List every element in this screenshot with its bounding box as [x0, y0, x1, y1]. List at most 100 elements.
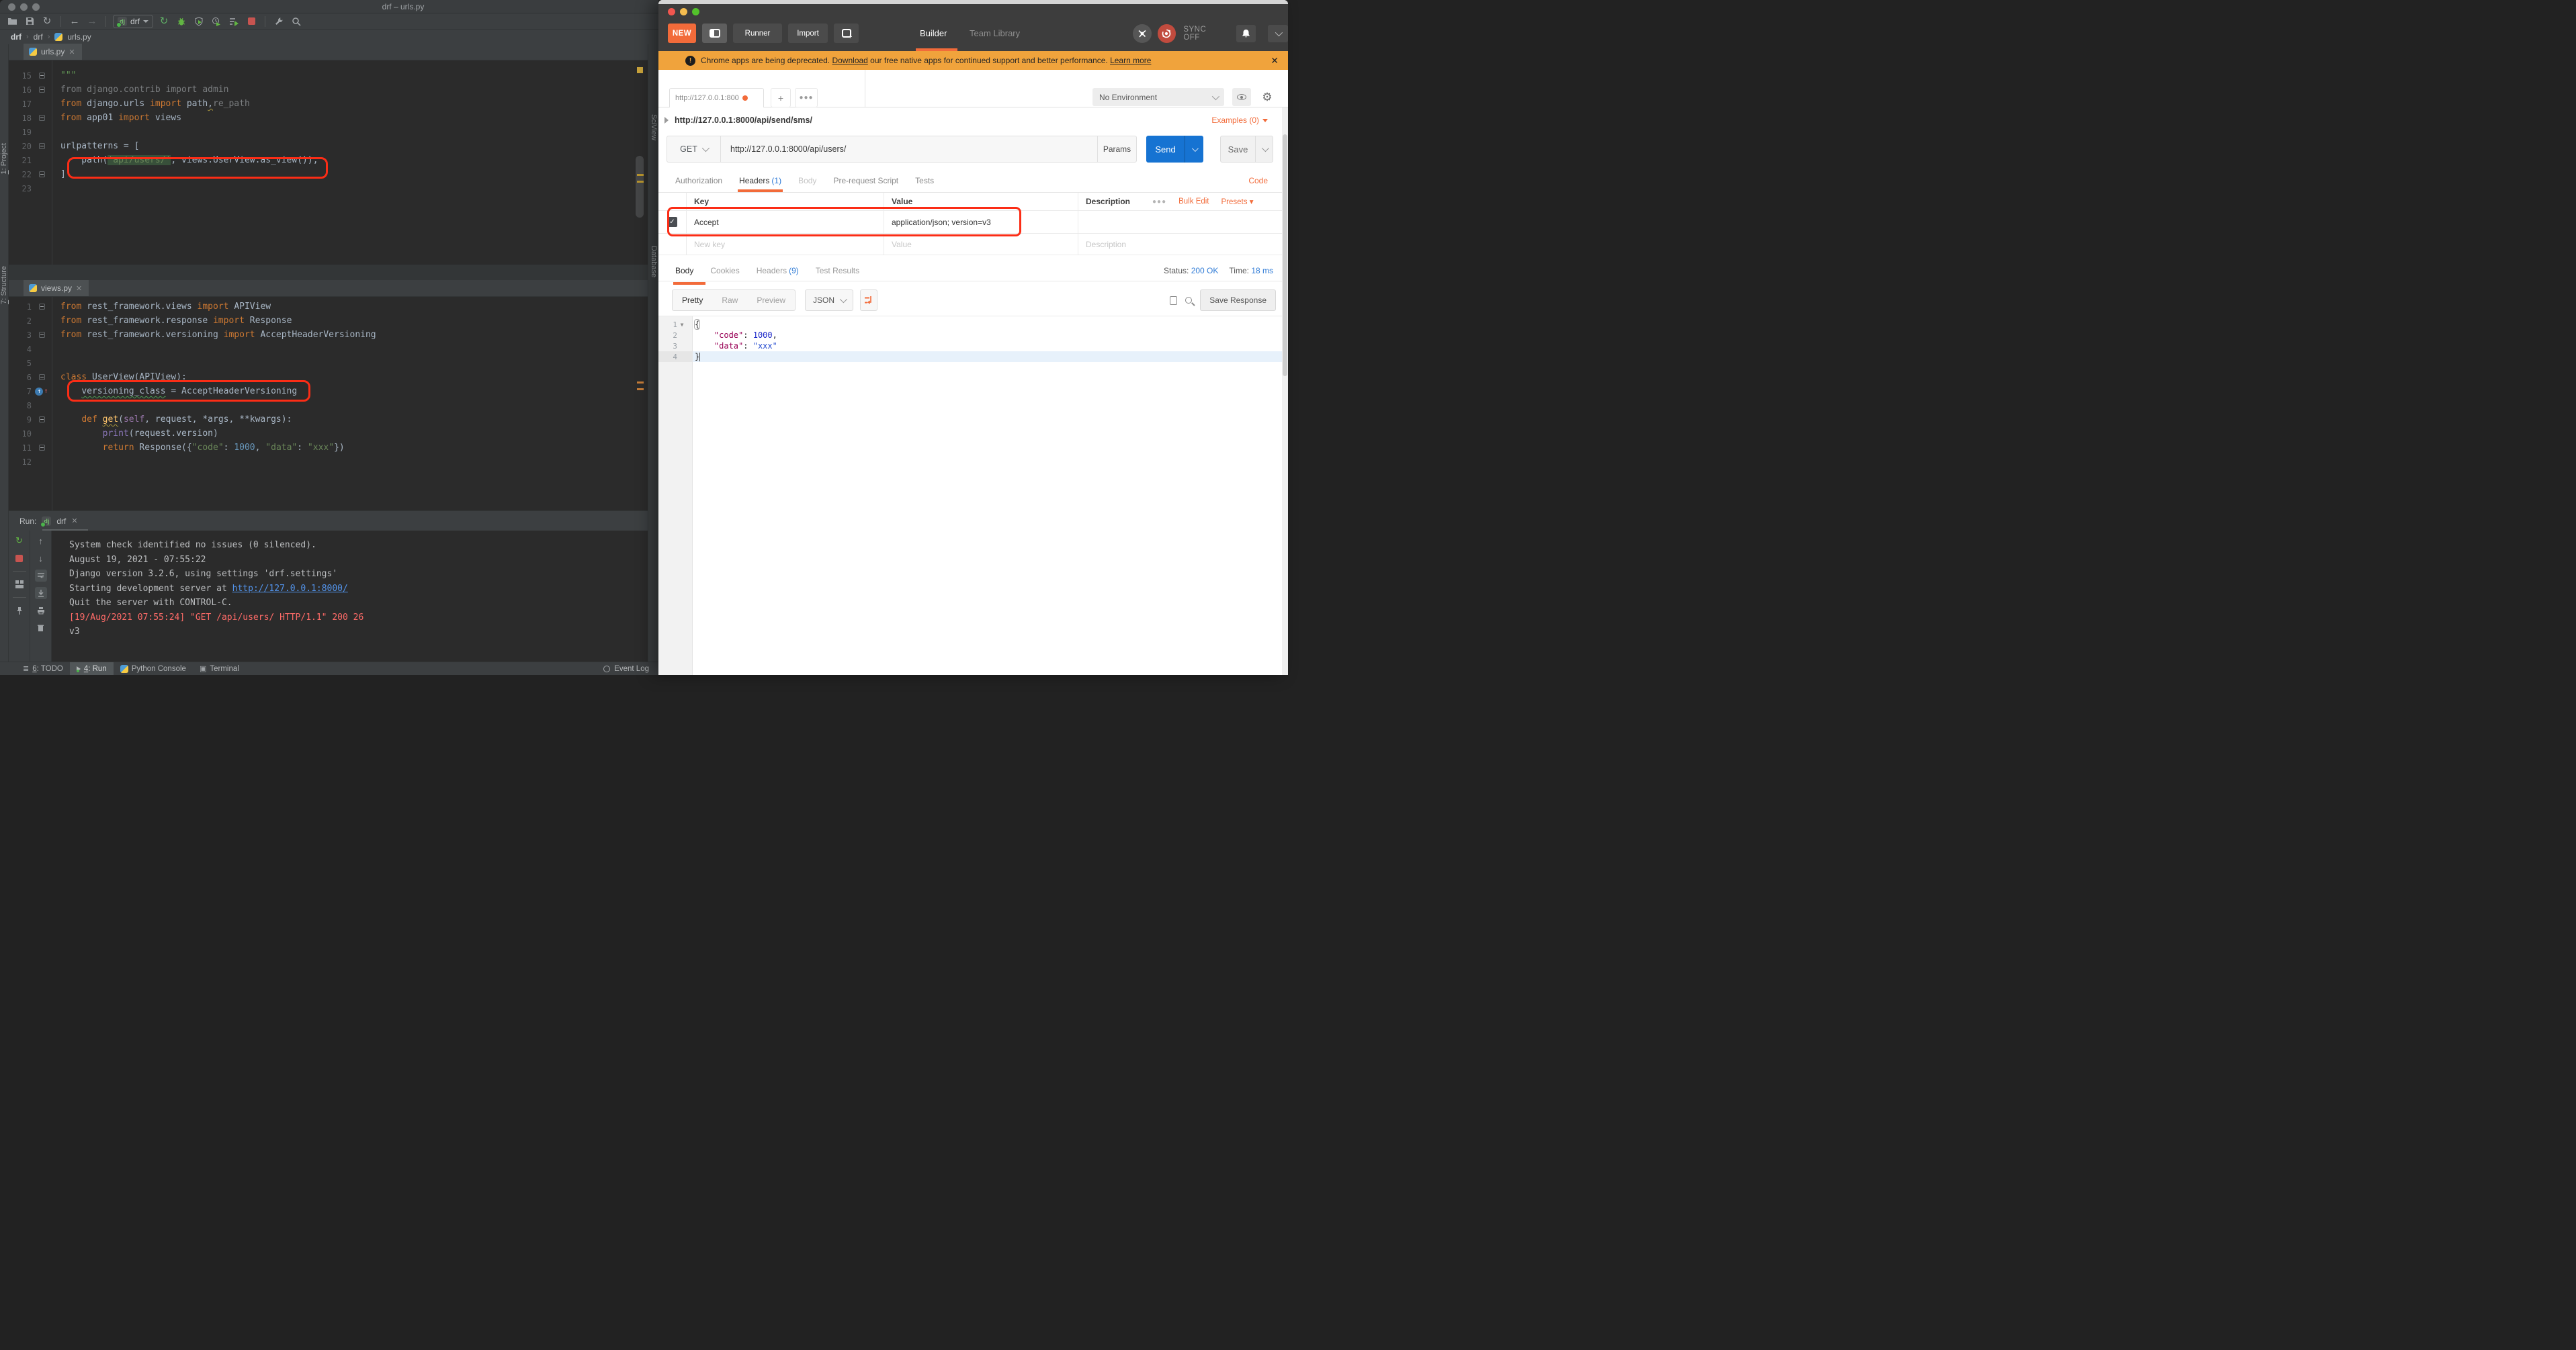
- tab-pre-request-script[interactable]: Pre-request Script: [833, 169, 898, 192]
- tab-headers[interactable]: Headers (1): [738, 169, 783, 192]
- fold-icon[interactable]: [38, 416, 45, 422]
- environment-quicklook-button[interactable]: [1232, 88, 1251, 106]
- zoom-window-icon[interactable]: [692, 8, 699, 15]
- synchronize-icon[interactable]: ↻: [40, 15, 54, 28]
- checkbox-checked-icon[interactable]: ✓: [667, 217, 677, 227]
- pycharm-traffic-lights[interactable]: [8, 3, 40, 11]
- search-icon[interactable]: [1185, 297, 1193, 304]
- error-stripe-warning-marker[interactable]: [637, 388, 644, 390]
- select-all-cell[interactable]: [658, 193, 687, 210]
- event-log-area[interactable]: Event Log: [603, 665, 658, 673]
- open-folder-icon[interactable]: [5, 15, 19, 28]
- download-link[interactable]: Download: [832, 56, 867, 65]
- tab-authorization[interactable]: Authorization: [675, 169, 722, 192]
- new-value-input[interactable]: Value: [884, 234, 1078, 255]
- new-tab-button[interactable]: +: [771, 88, 791, 107]
- run-concurrency-icon[interactable]: [227, 15, 241, 28]
- header-description-cell[interactable]: [1078, 211, 1144, 233]
- presets-dropdown[interactable]: Presets ▾: [1221, 197, 1254, 206]
- close-window-icon[interactable]: [668, 8, 675, 15]
- close-tab-icon[interactable]: ✕: [69, 48, 75, 56]
- stop-icon[interactable]: [13, 552, 26, 564]
- save-response-button[interactable]: Save Response: [1200, 289, 1276, 311]
- forward-icon[interactable]: →: [85, 15, 99, 28]
- bulk-edit-link[interactable]: Bulk Edit: [1178, 197, 1209, 206]
- down-stack-trace-icon[interactable]: ↓: [35, 552, 47, 564]
- pycharm-titlebar[interactable]: drf – urls.py: [0, 0, 658, 13]
- fold-icon[interactable]: [38, 332, 45, 338]
- fold-icon[interactable]: [38, 87, 45, 93]
- clear-all-icon[interactable]: [35, 622, 47, 634]
- close-banner-icon[interactable]: ✕: [1271, 55, 1279, 66]
- tool-window-structure[interactable]: 7: Structure: [0, 266, 8, 304]
- view-raw[interactable]: Raw: [712, 296, 747, 305]
- run-with-coverage-icon[interactable]: [192, 15, 206, 28]
- format-select[interactable]: JSON: [805, 289, 854, 311]
- save-button[interactable]: Save: [1221, 136, 1255, 162]
- run-tab-label[interactable]: drf: [56, 516, 66, 526]
- learn-more-link[interactable]: Learn more: [1110, 56, 1151, 65]
- minimize-window-icon[interactable]: [680, 8, 687, 15]
- breadcrumb-package[interactable]: drf: [34, 32, 43, 42]
- tool-window-terminal[interactable]: ▣ Terminal: [193, 662, 246, 675]
- breadcrumb-project[interactable]: drf: [11, 32, 22, 42]
- settings-button[interactable]: ⚙: [1257, 88, 1277, 106]
- views-py-editor[interactable]: 1 from rest_framework.views import APIVie…: [9, 297, 648, 510]
- error-stripe-warning-marker[interactable]: [637, 174, 644, 176]
- back-icon[interactable]: ←: [68, 15, 81, 28]
- tab-tests[interactable]: Tests: [915, 169, 934, 192]
- fold-icon[interactable]: [38, 374, 45, 380]
- account-menu-button[interactable]: [1268, 25, 1288, 42]
- editor-scrollbar-thumb[interactable]: [636, 156, 644, 218]
- header-key-cell[interactable]: Accept: [687, 211, 884, 233]
- tool-window-todo[interactable]: ≣ 6: TODO: [16, 662, 70, 675]
- save-options-button[interactable]: [1255, 136, 1273, 162]
- new-button[interactable]: NEW: [668, 24, 696, 43]
- restore-layout-icon[interactable]: [13, 578, 26, 590]
- view-pretty[interactable]: Pretty: [673, 296, 712, 305]
- fold-icon[interactable]: [38, 115, 45, 121]
- new-description-input[interactable]: Description: [1078, 234, 1144, 255]
- new-key-input[interactable]: New key: [687, 234, 884, 255]
- minimize-window-icon[interactable]: [20, 3, 28, 11]
- url-input[interactable]: http://127.0.0.1:8000/api/users/: [721, 144, 1097, 154]
- collapse-caret-icon[interactable]: [664, 117, 669, 124]
- notifications-button[interactable]: [1236, 25, 1256, 42]
- fold-icon[interactable]: [38, 304, 45, 310]
- rerun-icon[interactable]: ↻: [13, 535, 26, 547]
- run-console-output[interactable]: System check identified no issues (0 sil…: [52, 531, 648, 662]
- rerun-icon[interactable]: ↻: [157, 15, 171, 28]
- save-all-icon[interactable]: [23, 15, 36, 28]
- tab-team-library[interactable]: Team Library: [970, 28, 1020, 38]
- more-columns-icon[interactable]: ●●●: [1152, 198, 1166, 206]
- header-value-cell[interactable]: application/json; version=v3: [884, 211, 1078, 233]
- copy-icon[interactable]: [1170, 294, 1181, 305]
- tool-window-database[interactable]: Database: [650, 246, 658, 277]
- wrench-icon[interactable]: [272, 15, 286, 28]
- row-checkbox-cell[interactable]: ✓: [658, 211, 687, 233]
- error-stripe-warning-marker[interactable]: [637, 181, 644, 183]
- tab-response-body[interactable]: Body: [673, 266, 706, 285]
- editor-splitter[interactable]: [9, 265, 648, 280]
- override-gutter-icon[interactable]: ↑: [35, 387, 44, 396]
- tab-urls-py[interactable]: urls.py ✕: [24, 44, 82, 60]
- close-window-icon[interactable]: [8, 3, 15, 11]
- params-button[interactable]: Params: [1097, 136, 1136, 162]
- fold-icon[interactable]: [38, 143, 45, 149]
- urls-py-editor[interactable]: 15 """ 16 from django.contrib import admin 1…: [9, 60, 648, 265]
- scrollbar-track[interactable]: [1282, 107, 1288, 675]
- postman-traffic-lights[interactable]: [668, 8, 699, 15]
- tool-window-project[interactable]: 1: Project: [0, 143, 8, 174]
- fold-icon[interactable]: [38, 73, 45, 79]
- interceptor-icon[interactable]: [1133, 24, 1152, 43]
- tab-builder[interactable]: Builder: [920, 28, 947, 38]
- error-stripe-warning-marker[interactable]: [637, 381, 644, 384]
- fold-icon[interactable]: [38, 445, 45, 451]
- tab-cookies[interactable]: Cookies: [710, 266, 739, 285]
- send-button[interactable]: Send: [1146, 136, 1185, 163]
- code-link[interactable]: Code: [1248, 176, 1268, 185]
- profiler-icon[interactable]: [210, 15, 223, 28]
- tool-window-python-console[interactable]: Python Console: [114, 662, 193, 675]
- print-icon[interactable]: [35, 604, 47, 617]
- tab-views-py[interactable]: views.py ✕: [24, 280, 89, 296]
